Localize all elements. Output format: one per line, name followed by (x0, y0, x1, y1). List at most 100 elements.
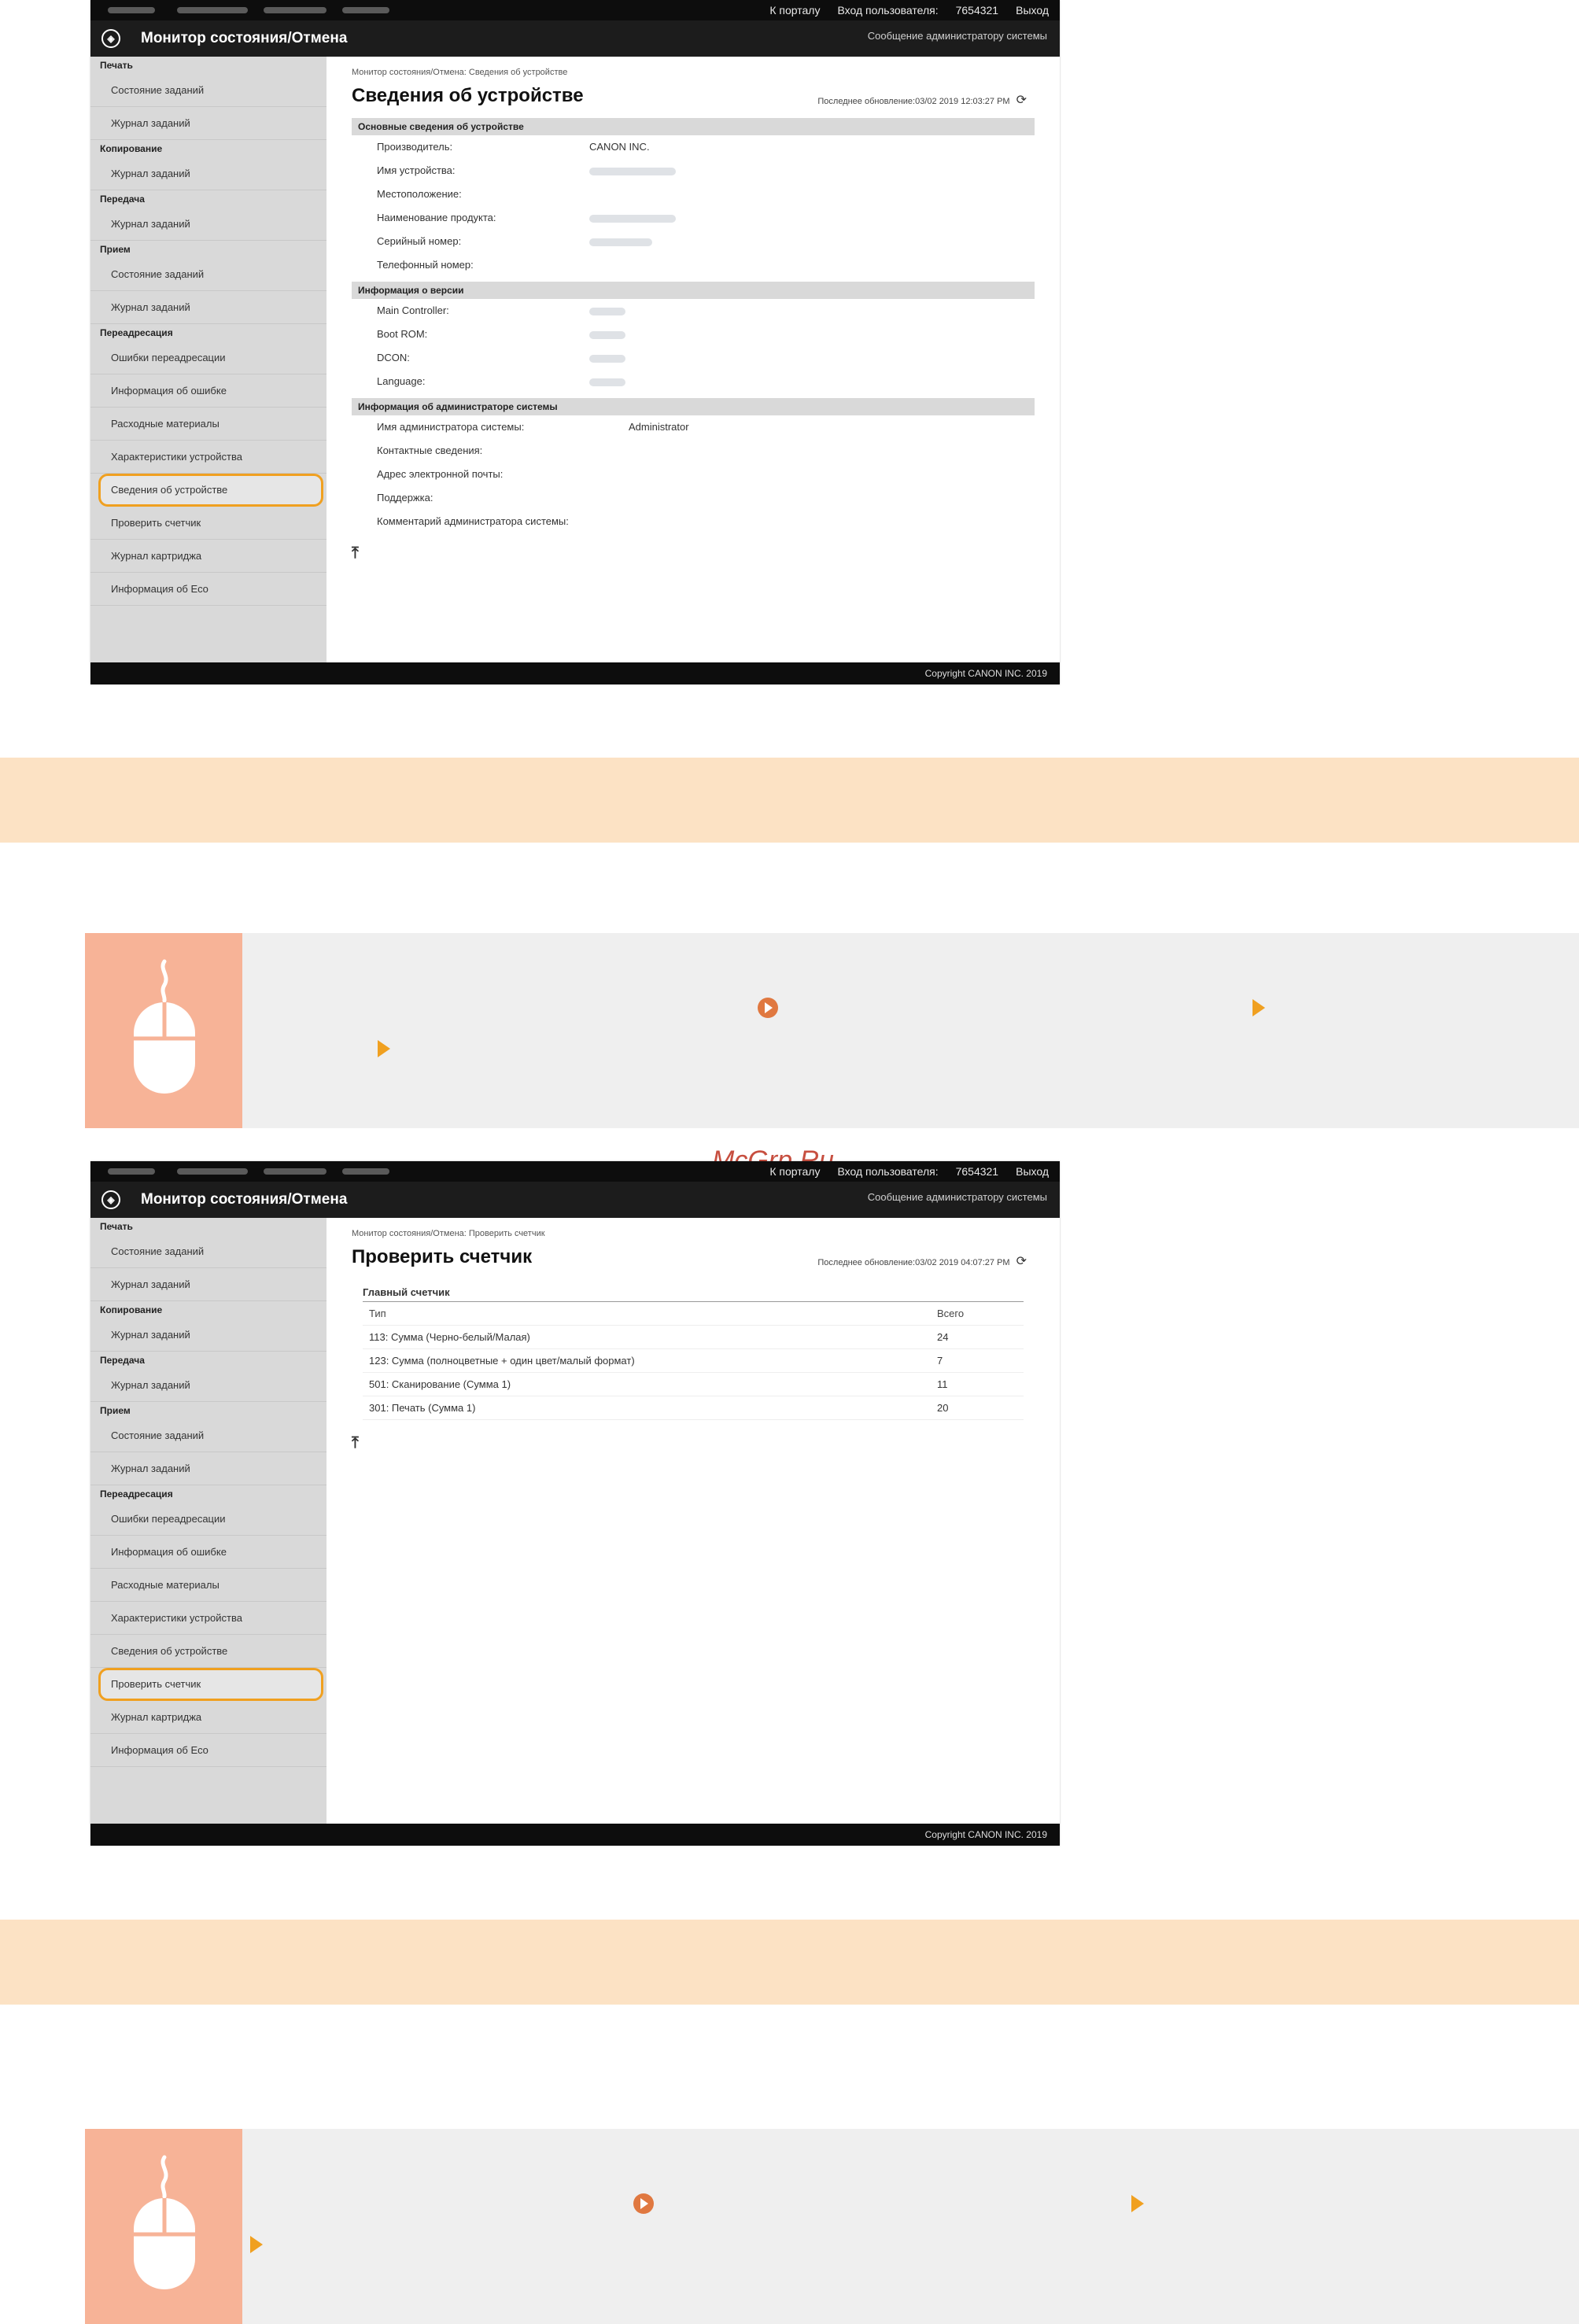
last-updated-text: Последнее обновление:03/02 2019 12:03:27… (817, 97, 1010, 106)
version-label: Boot ROM: (377, 328, 428, 340)
sidebar-head-copy: Копирование (100, 1304, 163, 1315)
monitor-icon: ◈ (101, 29, 120, 48)
step-arrow-icon (250, 2236, 263, 2253)
redacted-value (589, 354, 625, 363)
counter-type: 123: Сумма (полноцветные + один цвет/мал… (369, 1355, 635, 1367)
portal-link[interactable]: К порталу (769, 1161, 820, 1182)
mouse-icon (134, 2155, 195, 2289)
sidebar-item-check-counter[interactable]: Проверить счетчик (90, 507, 326, 540)
back-to-top-icon[interactable]: ⤒ (352, 544, 1035, 563)
sidebar-item-copy-job-log[interactable]: Журнал заданий (90, 157, 326, 190)
info-label: Производитель: (377, 141, 453, 153)
refresh-icon[interactable]: ⟳ (1016, 94, 1027, 107)
sidebar-item-device-info[interactable]: Сведения об устройстве (98, 474, 323, 507)
logout-link[interactable]: Выход (1016, 0, 1049, 20)
sidebar-item-print-job-status[interactable]: Состояние заданий (90, 74, 326, 107)
sidebar-item-eco-info[interactable]: Информация об Eco (90, 573, 326, 606)
sidebar-item-print-job-log[interactable]: Журнал заданий (90, 1268, 326, 1301)
admin-row: Поддержка: (352, 486, 1035, 510)
info-row: Имя устройства: (352, 159, 1035, 183)
footer-copyright: Copyright CANON INC. 2019 (90, 662, 1060, 684)
sidebar-item-check-counter[interactable]: Проверить счетчик (98, 1668, 323, 1701)
admin-row: Адрес электронной почты: (352, 463, 1035, 486)
sidebar-item-forward-errors[interactable]: Ошибки переадресации (90, 341, 326, 374)
table-row: 123: Сумма (полноцветные + один цвет/мал… (363, 1349, 1024, 1373)
back-to-top-icon[interactable]: ⤒ (352, 1434, 1035, 1452)
monitor-icon: ◈ (101, 1190, 120, 1209)
sidebar-item-send-job-log[interactable]: Журнал заданий (90, 1369, 326, 1402)
table-header: Тип Всего (363, 1301, 1024, 1326)
step-arrow-icon (1131, 2195, 1144, 2212)
sidebar-item-cartridge-log[interactable]: Журнал картриджа (90, 540, 326, 573)
info-label: Имя устройства: (377, 164, 456, 176)
sidebar-item-device-features[interactable]: Характеристики устройства (90, 441, 326, 474)
sidebar-item-error-info[interactable]: Информация об ошибке (90, 1536, 326, 1569)
col-total-header: Всего (937, 1308, 965, 1319)
footer-copyright: Copyright CANON INC. 2019 (90, 1824, 1060, 1846)
top-bar: К порталу Вход пользователя: 7654321 Вых… (90, 1161, 1060, 1182)
admin-label: Адрес электронной почты: (377, 468, 504, 480)
section-basic-info: Основные сведения об устройстве (352, 118, 1035, 135)
admin-label: Контактные сведения: (377, 445, 483, 456)
sidebar-head-print: Печать (100, 1221, 133, 1232)
sidebar-item-print-job-status[interactable]: Состояние заданий (90, 1235, 326, 1268)
sidebar-item-error-info[interactable]: Информация об ошибке (90, 374, 326, 408)
last-updated: Последнее обновление:03/02 2019 12:03:27… (817, 87, 1027, 116)
sidebar-item-forward-errors[interactable]: Ошибки переадресации (90, 1503, 326, 1536)
admin-row: Имя администратора системы: Administrator (352, 415, 1035, 439)
info-label: Наименование продукта: (377, 212, 496, 223)
admin-message-link[interactable]: Сообщение администратору системы (868, 20, 1047, 52)
refresh-icon[interactable]: ⟳ (1016, 1255, 1027, 1268)
info-value: CANON INC. (589, 141, 650, 153)
sidebar-head-print: Печать (100, 60, 133, 71)
sidebar-head-send: Передача (100, 1355, 145, 1366)
info-label: Телефонный номер: (377, 259, 474, 271)
sidebar-item-receive-job-status[interactable]: Состояние заданий (90, 1419, 326, 1452)
app-title: Монитор состояния/Отмена (141, 1191, 348, 1208)
version-label: Main Controller: (377, 304, 449, 316)
sidebar-item-consumables[interactable]: Расходные материалы (90, 1569, 326, 1602)
sidebar-head-forward: Переадресация (100, 327, 173, 338)
top-bar: К порталу Вход пользователя: 7654321 Вых… (90, 0, 1060, 20)
sidebar-item-send-job-log[interactable]: Журнал заданий (90, 208, 326, 241)
sidebar-item-cartridge-log[interactable]: Журнал картриджа (90, 1701, 326, 1734)
redacted-value (589, 167, 676, 175)
sidebar-item-receive-job-log[interactable]: Журнал заданий (90, 291, 326, 324)
sidebar-item-eco-info[interactable]: Информация об Eco (90, 1734, 326, 1767)
table-row: 501: Сканирование (Сумма 1) 11 (363, 1373, 1024, 1396)
version-label: DCON: (377, 352, 410, 363)
info-row: Серийный номер: (352, 230, 1035, 253)
portal-link[interactable]: К порталу (769, 0, 820, 20)
sidebar-item-receive-job-log[interactable]: Журнал заданий (90, 1452, 326, 1485)
device-info-screenshot: К порталу Вход пользователя: 7654321 Вых… (90, 0, 1060, 684)
sidebar-item-print-job-log[interactable]: Журнал заданий (90, 107, 326, 140)
counter-title: Главный счетчик (363, 1286, 450, 1298)
counter-total: 7 (937, 1355, 943, 1367)
sidebar: Печать Состояние заданий Журнал заданий … (90, 57, 326, 662)
admin-row: Контактные сведения: (352, 439, 1035, 463)
sidebar-item-device-features[interactable]: Характеристики устройства (90, 1602, 326, 1635)
admin-value: Administrator (629, 421, 689, 433)
admin-label: Поддержка: (377, 492, 433, 504)
table-row: 301: Печать (Сумма 1) 20 (363, 1396, 1024, 1420)
info-label: Местоположение: (377, 188, 462, 200)
sidebar-head-copy: Копирование (100, 143, 163, 154)
login-label: Вход пользователя: (837, 1165, 939, 1178)
logout-link[interactable]: Выход (1016, 1161, 1049, 1182)
version-row: Main Controller: (352, 299, 1035, 323)
page-title-text: Сведения об устройстве (352, 85, 584, 106)
col-type-header: Тип (369, 1308, 386, 1319)
user-id: 7654321 (955, 1165, 999, 1178)
last-updated-text: Последнее обновление:03/02 2019 04:07:27… (817, 1258, 1010, 1267)
sidebar-item-receive-job-status[interactable]: Состояние заданий (90, 258, 326, 291)
counter-type: 301: Печать (Сумма 1) (369, 1402, 476, 1414)
sidebar-item-copy-job-log[interactable]: Журнал заданий (90, 1319, 326, 1352)
table-row: 113: Сумма (Черно-белый/Малая) 24 (363, 1326, 1024, 1349)
sidebar-head-receive: Прием (100, 244, 131, 255)
sidebar-item-device-info[interactable]: Сведения об устройстве (90, 1635, 326, 1668)
version-row: Language: (352, 370, 1035, 393)
last-updated: Последнее обновление:03/02 2019 04:07:27… (817, 1248, 1027, 1277)
counter-total: 20 (937, 1402, 949, 1414)
sidebar-item-consumables[interactable]: Расходные материалы (90, 408, 326, 441)
admin-message-link[interactable]: Сообщение администратору системы (868, 1182, 1047, 1213)
